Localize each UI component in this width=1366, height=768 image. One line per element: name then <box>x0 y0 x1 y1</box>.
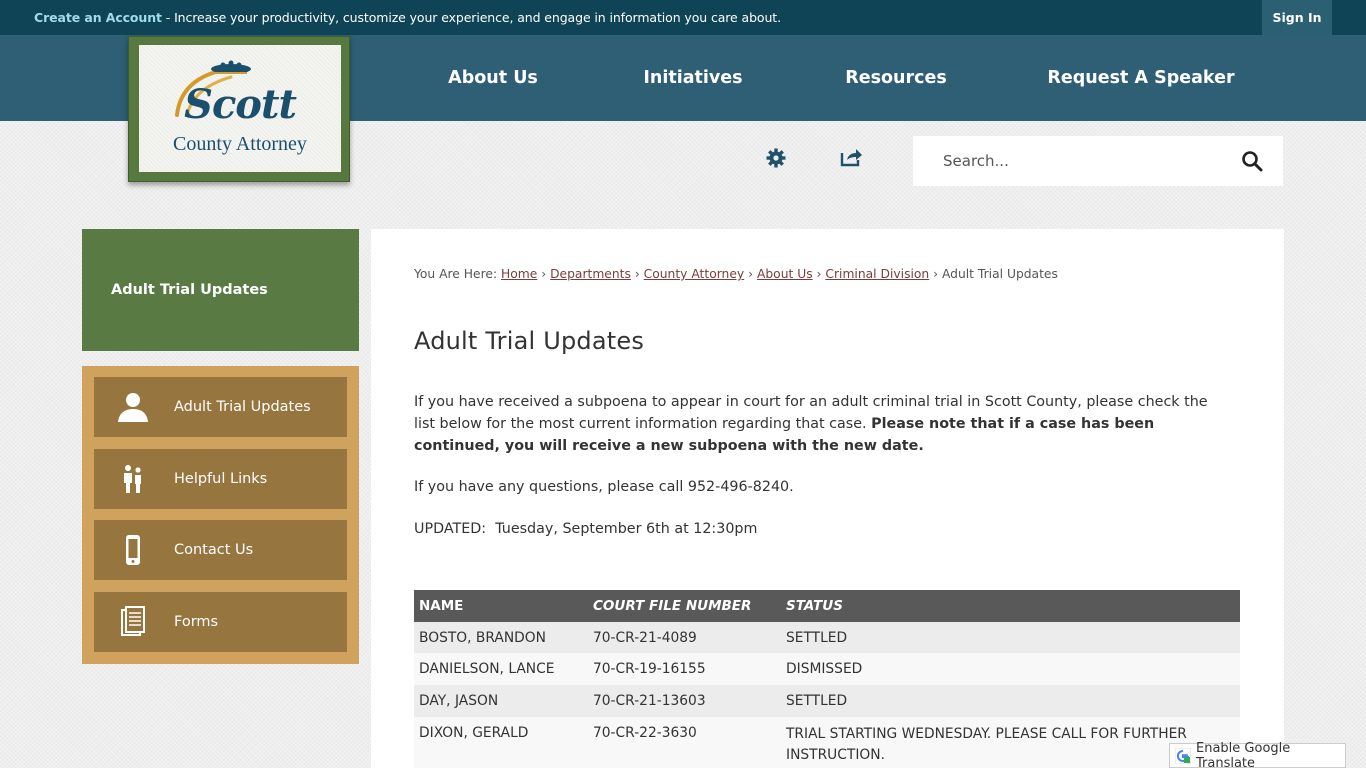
logo-subtitle: County Attorney <box>173 133 307 155</box>
sidebar-menu: Adult Trial Updates Helpful Links Contac… <box>82 366 359 664</box>
site-logo[interactable]: Scott County Attorney <box>128 36 350 182</box>
breadcrumb: You Are Here: Home › Departments › Count… <box>414 267 1058 281</box>
main-content: You Are Here: Home › Departments › Count… <box>371 229 1284 768</box>
cell-status: DISMISSED <box>786 661 863 677</box>
questions-text: If you have any questions, please call 9… <box>414 479 794 495</box>
account-message: Create an Account - Increase your produc… <box>34 10 781 25</box>
share-icon[interactable] <box>839 145 863 169</box>
breadcrumb-about-us[interactable]: About Us <box>757 267 813 281</box>
sidebar-item-label: Forms <box>174 614 219 630</box>
header-court-file-number: COURT FILE NUMBER <box>593 598 752 614</box>
phone-icon <box>126 535 140 565</box>
sidebar-item-contact-us[interactable]: Contact Us <box>94 520 347 580</box>
breadcrumb-departments[interactable]: Departments <box>550 267 631 281</box>
updated-text: UPDATED: Tuesday, September 6th at 12:30… <box>414 521 758 537</box>
person-icon <box>118 393 148 422</box>
intro-paragraph: If you have received a subpoena to appea… <box>414 391 1224 457</box>
cell-status-line2: INSTRUCTION. <box>786 747 885 763</box>
logo-panel: Scott County Attorney <box>139 45 341 172</box>
breadcrumb-prefix: You Are Here: <box>414 267 501 281</box>
nav-request-a-speaker[interactable]: Request A Speaker <box>1047 35 1234 121</box>
nav-resources[interactable]: Resources <box>845 35 947 121</box>
logo-title: Scott <box>184 81 297 128</box>
cell-status: SETTLED <box>786 693 848 709</box>
breadcrumb-current: Adult Trial Updates <box>941 267 1058 281</box>
breadcrumb-home[interactable]: Home <box>501 267 537 281</box>
google-translate-label: Enable Google Translate <box>1196 740 1291 768</box>
cell-file: 70-CR-19-16155 <box>593 661 706 677</box>
sidebar-title[interactable]: Adult Trial Updates <box>82 229 359 351</box>
table-row: DANIELSON, LANCE 70-CR-19-16155 DISMISSE… <box>414 653 1240 685</box>
cell-name: DAY, JASON <box>419 693 499 709</box>
sidebar-item-helpful-links[interactable]: Helpful Links <box>94 449 347 509</box>
sidebar-item-forms[interactable]: Forms <box>94 592 347 652</box>
google-translate-button[interactable]: Enable Google Translate <box>1169 740 1346 768</box>
people-icon <box>124 465 141 493</box>
search-input[interactable] <box>913 136 1233 186</box>
search-box <box>913 136 1283 186</box>
trial-table: NAME COURT FILE NUMBER STATUS BOSTO, BRA… <box>414 590 1240 768</box>
header-status: STATUS <box>786 598 843 614</box>
nav-initiatives[interactable]: Initiatives <box>643 35 742 121</box>
google-translate-icon <box>1175 748 1191 764</box>
cell-name: DIXON, GERALD <box>419 725 529 741</box>
document-icon <box>121 606 145 636</box>
cell-file: 70-CR-22-3630 <box>593 725 697 741</box>
header-name: NAME <box>419 598 464 614</box>
cell-status: SETTLED <box>786 630 848 646</box>
table-header: NAME COURT FILE NUMBER STATUS <box>414 590 1240 622</box>
sidebar-item-label: Contact Us <box>174 542 254 558</box>
table-row: DAY, JASON 70-CR-21-13603 SETTLED <box>414 685 1240 717</box>
cell-name: DANIELSON, LANCE <box>419 661 555 677</box>
page-title: Adult Trial Updates <box>414 327 645 355</box>
create-account-link[interactable]: Create an Account <box>34 10 162 25</box>
top-bar: Create an Account - Increase your produc… <box>0 0 1366 35</box>
sidebar-item-adult-trial-updates[interactable]: Adult Trial Updates <box>94 377 347 437</box>
breadcrumb-criminal-division[interactable]: Criminal Division <box>825 267 929 281</box>
sidebar-item-label: Helpful Links <box>174 471 268 487</box>
cell-file: 70-CR-21-4089 <box>593 630 697 646</box>
sign-in-button[interactable]: Sign In <box>1262 0 1332 35</box>
cell-file: 70-CR-21-13603 <box>593 693 706 709</box>
table-row: BOSTO, BRANDON 70-CR-21-4089 SETTLED <box>414 622 1240 653</box>
gear-icon[interactable] <box>764 146 788 170</box>
cell-name: BOSTO, BRANDON <box>419 630 546 646</box>
cell-status: TRIAL STARTING WEDNESDAY. PLEASE CALL FO… <box>786 724 1187 766</box>
sidebar-item-label: Adult Trial Updates <box>174 399 311 415</box>
account-message-text: - Increase your productivity, customize … <box>161 10 781 25</box>
nav-about-us[interactable]: About Us <box>448 35 538 121</box>
cell-status-line1: TRIAL STARTING WEDNESDAY. PLEASE CALL FO… <box>786 726 1187 742</box>
table-row: DIXON, GERALD 70-CR-22-3630 TRIAL STARTI… <box>414 717 1240 768</box>
breadcrumb-county-attorney[interactable]: County Attorney <box>644 267 745 281</box>
search-icon[interactable] <box>1241 150 1263 172</box>
